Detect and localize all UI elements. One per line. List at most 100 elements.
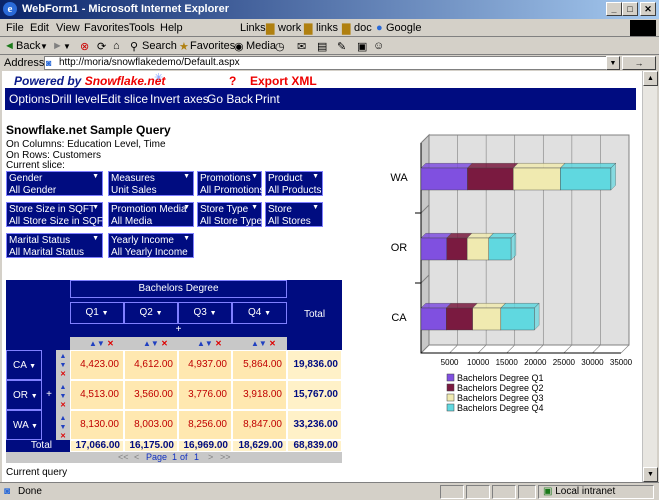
back-button[interactable]: Back — [16, 40, 40, 52]
address-input[interactable]: http://moria/snowflakedemo/Default.aspx — [44, 56, 620, 70]
dropdown-arrow-icon: ▼ — [92, 235, 99, 242]
quarter-header-q2[interactable]: Q2 ▼ — [124, 302, 178, 324]
search-button[interactable]: Search — [142, 40, 177, 52]
scroll-up-icon[interactable]: ▲ — [643, 71, 658, 86]
menu-tools[interactable]: Tools — [129, 22, 155, 34]
nav-options[interactable]: Options — [9, 92, 50, 106]
filter-product[interactable]: Product ▼ All Products — [265, 171, 323, 196]
filter-store[interactable]: Store ▼ All Stores — [265, 202, 323, 227]
sort-icon[interactable]: ▲▼ ✕ — [251, 337, 276, 350]
filter-yearly-income[interactable]: Yearly Income ▼ All Yearly Income — [108, 233, 194, 258]
pager-prev[interactable]: < — [134, 452, 139, 463]
discuss-icon[interactable]: ▣ — [357, 40, 367, 53]
total-q4: 18,629.00 — [232, 440, 287, 452]
filter-value: All Media — [111, 216, 153, 227]
refresh-icon[interactable]: ⟳ — [97, 40, 106, 53]
forward-dropdown-icon[interactable]: ▼ — [63, 42, 71, 51]
filter-value: All Gender — [9, 185, 57, 196]
close-button[interactable]: ✕ — [640, 2, 656, 16]
address-label: Address — [4, 57, 45, 69]
go-button[interactable]: → — [622, 56, 656, 70]
cell-or-total: 15,767.00 — [287, 380, 342, 410]
address-dropdown-icon[interactable]: ▼ — [606, 56, 620, 70]
row-header-wa[interactable]: WA ▼ — [6, 410, 42, 440]
quarter-header-q3[interactable]: Q3 ▼ — [178, 302, 232, 324]
scroll-down-icon[interactable]: ▼ — [643, 467, 658, 482]
gridline — [563, 344, 573, 354]
vertical-scrollbar[interactable]: ▲ ▼ — [642, 71, 658, 482]
current-slice-label: Current slice: — [6, 160, 65, 171]
row-expand-plus-icon[interactable]: + — [42, 350, 56, 440]
dropdown-arrow-icon: ▼ — [251, 204, 258, 211]
x-tick-label: 5000 — [441, 358, 459, 367]
nav-go-back[interactable]: Go Back — [207, 92, 253, 106]
bar-chart: WA OR CA 5000 10000 15000 20000 25000 30000 35000… — [390, 133, 633, 413]
gridline — [506, 344, 515, 354]
menu-file[interactable]: File — [6, 22, 24, 34]
back-dropdown-icon[interactable]: ▼ — [40, 42, 48, 51]
quarter-label: Q4 — [247, 307, 262, 318]
nav-drill-level[interactable]: Drill level — [51, 92, 100, 106]
pager-first[interactable]: << — [118, 452, 129, 463]
filter-measures[interactable]: Measures ▼ Unit Sales — [108, 171, 194, 196]
bar-segment — [500, 307, 535, 331]
filter-store-type[interactable]: Store Type ▼ All Store Type — [197, 202, 262, 227]
quarter-header-q4[interactable]: Q4 ▼ — [232, 302, 287, 324]
status-seg — [518, 485, 536, 499]
filter-promotions[interactable]: Promotions ▼ All Promotions — [197, 171, 264, 196]
menu-help[interactable]: Help — [160, 22, 183, 34]
dropdown-arrow-icon: ▼ — [92, 173, 99, 180]
sort-icon[interactable]: ▲▼ ✕ — [143, 337, 168, 350]
pager-next[interactable]: > — [208, 452, 213, 463]
link-work[interactable]: work — [278, 22, 301, 34]
forward-arrow-icon[interactable]: ► — [52, 40, 63, 52]
stop-icon[interactable]: ⊗ — [80, 40, 89, 53]
dropdown-arrow-icon: ▼ — [251, 173, 258, 180]
link-doc[interactable]: doc — [354, 22, 372, 34]
media-icon: ◉ — [234, 41, 244, 53]
history-icon[interactable]: ◷ — [275, 40, 285, 53]
minimize-button[interactable]: _ — [606, 2, 622, 16]
group-header: Bachelors Degree — [70, 280, 287, 298]
nav-edit-slice[interactable]: Edit slice — [100, 92, 148, 106]
cell-or-q3: 3,776.00 — [178, 380, 232, 410]
menu-favorites[interactable]: Favorites — [84, 22, 129, 34]
total-q3: 16,969.00 — [178, 440, 232, 452]
quarter-header-q1[interactable]: Q1 ▼ — [70, 302, 124, 324]
pivot-corner — [6, 280, 70, 350]
query-title: Snowflake.net Sample Query — [6, 123, 171, 137]
nav-print[interactable]: Print — [255, 92, 280, 106]
menu-view[interactable]: View — [56, 22, 80, 34]
link-google[interactable]: Google — [386, 22, 421, 34]
sort-icon[interactable]: ▲ ▼ ✕ — [56, 410, 70, 441]
mail-icon[interactable]: ✉ — [297, 40, 306, 53]
home-icon[interactable]: ⌂ — [113, 40, 120, 52]
sort-icon[interactable]: ▲ ▼ ✕ — [56, 350, 70, 379]
print-icon[interactable]: ▤ — [317, 40, 327, 53]
filter-promotion-media[interactable]: Promotion Media ▼ All Media — [108, 202, 194, 227]
favorites-button[interactable]: Favorites — [190, 40, 235, 52]
maximize-button[interactable]: □ — [622, 2, 638, 16]
category-label: OR — [391, 242, 408, 254]
sort-icon[interactable]: ▲▼ ✕ — [89, 337, 114, 350]
filter-gender[interactable]: Gender ▼ All Gender — [6, 171, 103, 196]
menu-edit[interactable]: Edit — [30, 22, 49, 34]
sort-icon[interactable]: ▲▼ ✕ — [197, 337, 222, 350]
pager-current[interactable]: 1 — [172, 452, 177, 463]
sort-icon[interactable]: ▲ ▼ ✕ — [56, 379, 70, 410]
media-button[interactable]: Media — [246, 40, 276, 52]
help-link[interactable]: ? — [229, 74, 236, 88]
nav-invert-axes[interactable]: Invert axes — [150, 92, 209, 106]
expand-plus-icon[interactable]: + — [70, 324, 287, 337]
messenger-icon[interactable]: ☺ — [373, 40, 384, 52]
bar-top-face — [420, 232, 453, 239]
filter-store-size[interactable]: Store Size in SQFT ▼ All Store Size in SQF… — [6, 202, 109, 227]
link-links[interactable]: links — [316, 22, 338, 34]
row-header-ca[interactable]: CA ▼ — [6, 350, 42, 380]
export-xml-link[interactable]: Export XML — [250, 74, 317, 88]
pager-last[interactable]: >> — [220, 452, 231, 463]
dropdown-arrow-icon: ▼ — [101, 310, 109, 317]
row-header-or[interactable]: OR ▼ — [6, 380, 42, 410]
edit-icon[interactable]: ✎ — [337, 40, 346, 53]
filter-marital-status[interactable]: Marital Status ▼ All Marital Status — [6, 233, 103, 258]
